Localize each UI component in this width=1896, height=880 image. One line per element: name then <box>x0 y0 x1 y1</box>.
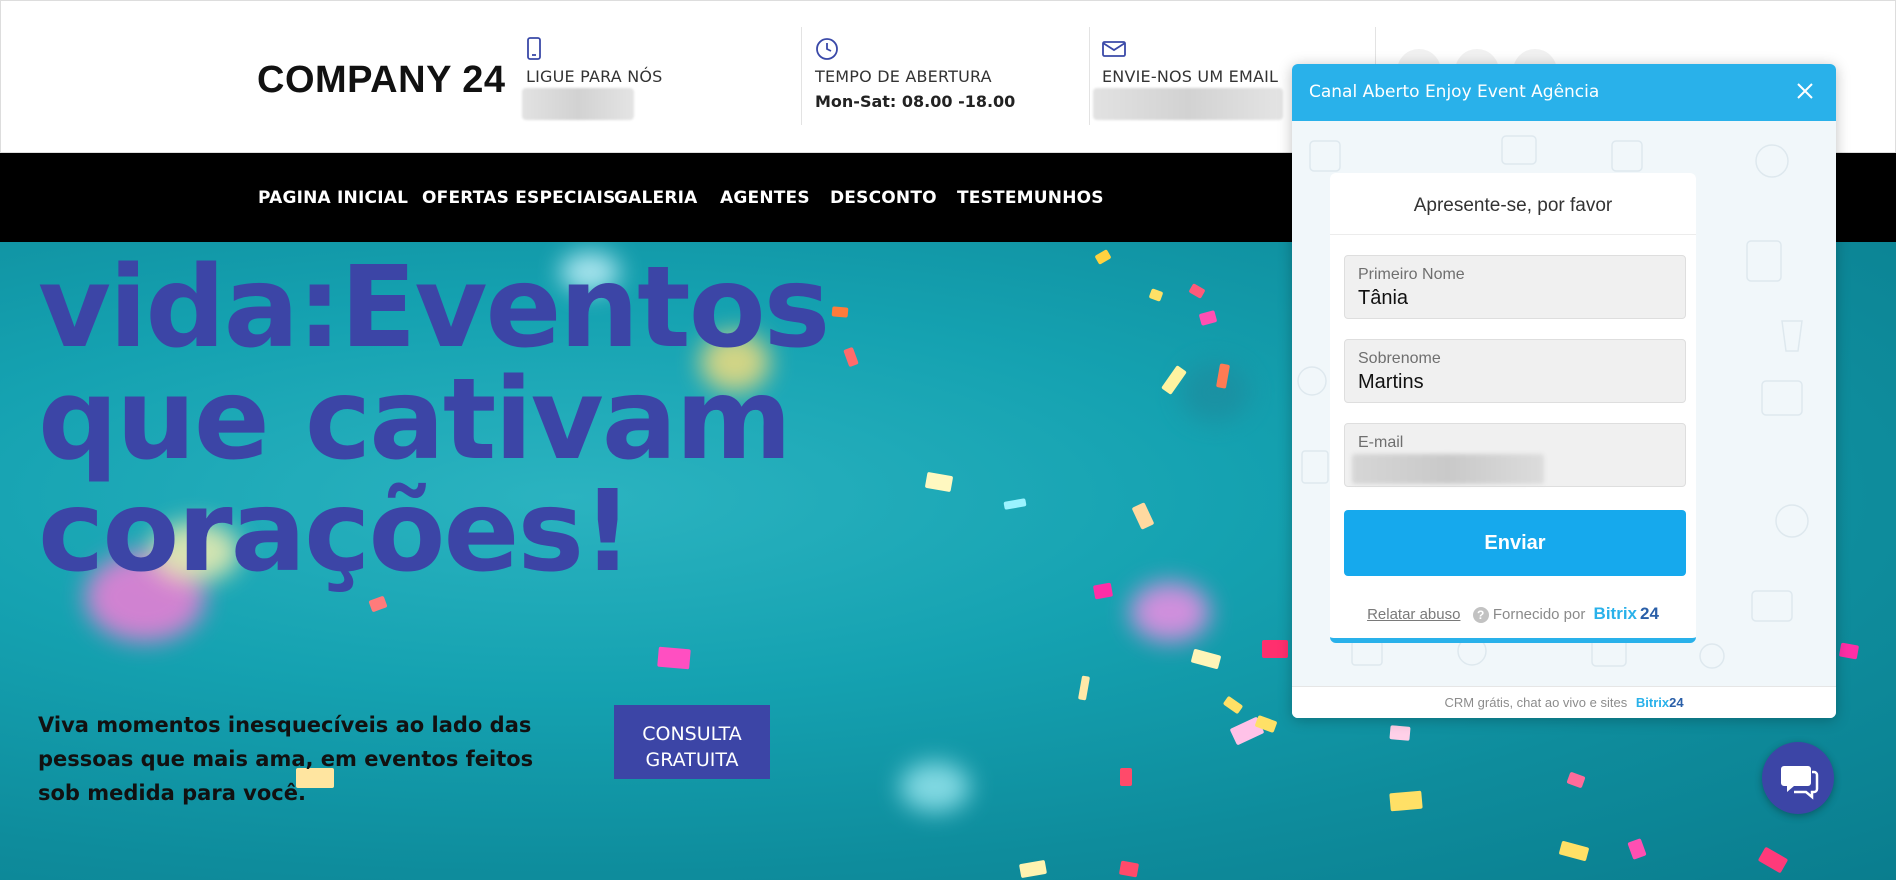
chat-bubble-icon <box>1781 766 1819 800</box>
brand-text: Bitrix <box>1635 695 1670 710</box>
form-heading: Apresente-se, por favor <box>1330 173 1696 235</box>
chat-header: Canal Aberto Enjoy Event Agência <box>1292 64 1836 121</box>
phone-icon <box>526 37 548 61</box>
confetti <box>1018 859 1048 879</box>
brand-text: Bitrix <box>1593 604 1638 623</box>
cta-line: CONSULTA <box>642 723 742 745</box>
confetti <box>1188 283 1206 299</box>
confetti <box>368 595 388 613</box>
confetti <box>1558 840 1590 862</box>
field-label: E-mail <box>1358 434 1404 451</box>
close-icon[interactable] <box>1792 78 1818 104</box>
email-info: ENVIE-NOS UM EMAIL <box>1093 37 1283 120</box>
hours-info: TEMPO DE ABERTURA Mon-Sat: 08.00 -18.00 <box>815 37 1015 111</box>
hours-label: TEMPO DE ABERTURA <box>815 67 992 86</box>
nav-item-gallery[interactable]: GALERIA <box>614 188 698 208</box>
nav-item-discount[interactable]: DESCONTO <box>830 188 937 208</box>
hero-title-line: vida:Eventos <box>38 243 830 373</box>
bokeh-light <box>1130 582 1210 642</box>
company-logo[interactable]: COMPANY 24 <box>257 59 506 102</box>
clock-icon <box>815 37 838 61</box>
brand-text: 24 <box>1669 695 1684 710</box>
phone-number-redacted <box>522 88 634 120</box>
confetti <box>1198 310 1218 326</box>
mail-icon <box>1102 37 1126 61</box>
bitrix-small-logo[interactable]: Bitrix24 <box>1636 695 1684 710</box>
field-label: Sobrenome <box>1358 350 1441 367</box>
confetti <box>1222 695 1244 715</box>
confetti <box>1003 498 1027 510</box>
confetti <box>1627 838 1647 860</box>
email-value-redacted <box>1352 454 1544 484</box>
phone-info: LIGUE PARA NÓS <box>522 37 663 120</box>
email-address-redacted <box>1093 88 1283 120</box>
header-divider <box>1089 27 1090 125</box>
nav-item-testimonials[interactable]: TESTEMUNHOS <box>957 188 1104 208</box>
hero-title-line: que cativam <box>38 355 792 485</box>
last-name-field[interactable]: Sobrenome Martins <box>1344 339 1686 403</box>
intro-form: Apresente-se, por favor Primeiro Nome Tâ… <box>1330 173 1696 643</box>
hero-title-line: corações! <box>38 467 633 597</box>
confetti <box>1148 288 1164 302</box>
send-button[interactable]: Enviar <box>1344 510 1686 576</box>
field-label: Primeiro Nome <box>1358 266 1465 283</box>
confetti <box>1092 582 1114 600</box>
field-value: Martins <box>1358 371 1424 393</box>
confetti <box>1389 790 1423 812</box>
email-label: ENVIE-NOS UM EMAIL <box>1102 67 1279 86</box>
confetti <box>1077 675 1091 701</box>
chat-widget: Canal Aberto Enjoy Event Agência Apresen… <box>1292 64 1836 718</box>
bokeh-light <box>900 762 970 812</box>
confetti <box>1566 771 1586 789</box>
brand-text: 24 <box>1640 604 1659 623</box>
chat-bottom-bar: CRM grátis, chat ao vivo e sites Bitrix2… <box>1292 686 1836 718</box>
report-abuse-link[interactable]: Relatar abuso <box>1367 606 1460 623</box>
crm-promo-text[interactable]: CRM grátis, chat ao vivo e sites <box>1444 695 1627 710</box>
confetti <box>657 646 691 670</box>
hours-value: Mon-Sat: 08.00 -18.00 <box>815 92 1016 111</box>
header-divider <box>801 27 802 125</box>
confetti <box>1262 640 1288 658</box>
confetti <box>1094 249 1112 265</box>
bitrix-logo[interactable]: Bitrix 24 <box>1593 604 1659 623</box>
question-icon[interactable]: ? <box>1472 607 1489 624</box>
confetti <box>1190 648 1222 670</box>
confetti <box>1838 642 1860 660</box>
bokeh-light <box>1180 362 1250 422</box>
confetti <box>1118 860 1140 878</box>
confetti <box>1131 502 1155 530</box>
field-value: Tânia <box>1358 287 1409 309</box>
confetti <box>1120 768 1132 786</box>
confetti <box>1389 725 1411 741</box>
form-footer: Relatar abuso ? Fornecido por Bitrix 24 <box>1330 604 1696 624</box>
cta-line: GRATUITA <box>645 749 739 771</box>
first-name-field[interactable]: Primeiro Nome Tânia <box>1344 255 1686 319</box>
chat-title: Canal Aberto Enjoy Event Agência <box>1309 82 1600 102</box>
powered-by-text: Fornecido por <box>1492 606 1586 623</box>
free-consultation-button[interactable]: CONSULTA GRATUITA <box>614 705 770 779</box>
hero-title: vida:Eventos que cativam corações! <box>38 252 858 588</box>
confetti <box>924 471 954 493</box>
phone-label: LIGUE PARA NÓS <box>526 67 663 86</box>
nav-item-agents[interactable]: AGENTES <box>720 188 810 208</box>
nav-item-home[interactable]: PAGINA INICIAL <box>258 188 408 208</box>
hero-subtitle: Viva momentos inesquecíveis ao lado das … <box>38 713 534 805</box>
email-field[interactable]: E-mail <box>1344 423 1686 487</box>
chat-launcher-button[interactable] <box>1762 742 1834 814</box>
nav-item-special-offers[interactable]: OFERTAS ESPECIAIS <box>422 188 615 208</box>
confetti <box>1757 846 1789 874</box>
